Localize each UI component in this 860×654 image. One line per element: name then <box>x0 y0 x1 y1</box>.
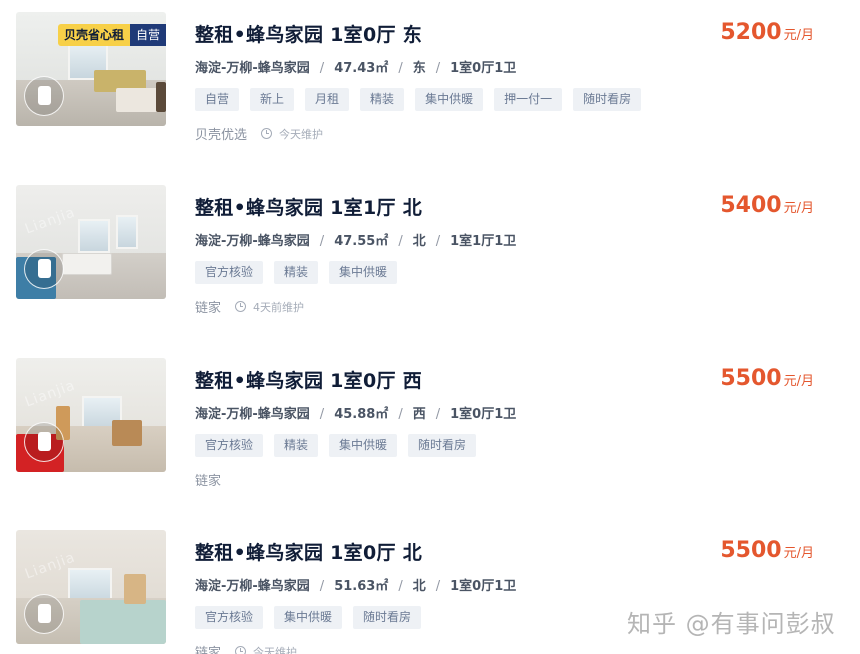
price-unit: 元/月 <box>783 201 814 216</box>
desc-separator: / <box>435 407 441 422</box>
tag: 押一付一 <box>494 88 563 111</box>
listing-price: 5400 元/月 <box>720 193 814 218</box>
listing-brand: 链家 今天维护 <box>195 642 297 654</box>
brand-name: 链家 <box>195 301 222 316</box>
location-link[interactable]: 海淀-万柳-蜂鸟家园 <box>195 407 310 422</box>
area-value: 47.55㎡ <box>334 234 389 249</box>
location-link[interactable]: 海淀-万柳-蜂鸟家园 <box>195 61 310 76</box>
tag-list: 自营 新上 月租 精装 集中供暖 押一付一 随时看房 <box>195 88 642 111</box>
tag-list: 官方核验 精装 集中供暖 随时看房 <box>195 434 477 457</box>
listing-title[interactable]: 整租•蜂鸟家园 1室1厅 北 <box>195 193 422 220</box>
desc-separator: / <box>398 61 403 76</box>
tag: 精装 <box>274 434 319 457</box>
tag: 月租 <box>305 88 350 111</box>
tag-list: 官方核验 精装 集中供暖 <box>195 261 398 284</box>
listing-photo[interactable]: Lianjia <box>16 530 166 644</box>
tag: 集中供暖 <box>274 606 343 629</box>
vr-tour-icon[interactable] <box>24 422 64 462</box>
location-link[interactable]: 海淀-万柳-蜂鸟家园 <box>195 579 310 594</box>
listing-brand: 链家 4天前维护 <box>195 297 305 317</box>
price-value: 5400 <box>720 193 782 218</box>
listing-desc: 海淀-万柳-蜂鸟家园 / 51.63㎡ / 北 / 1室0厅1卫 <box>195 575 516 594</box>
clock-icon <box>235 646 247 654</box>
desc-separator: / <box>319 61 325 76</box>
desc-separator: / <box>319 234 325 249</box>
desc-separator: / <box>398 579 403 594</box>
clock-icon <box>235 301 247 312</box>
layout-value: 1室1厅1卫 <box>450 234 517 249</box>
area-value: 47.43㎡ <box>334 61 389 76</box>
layout-value: 1室0厅1卫 <box>450 579 517 594</box>
location-link[interactable]: 海淀-万柳-蜂鸟家园 <box>195 234 310 249</box>
tag: 自营 <box>195 88 240 111</box>
badge-label: 贝壳省心租 <box>57 24 130 46</box>
orientation-value: 北 <box>412 579 426 594</box>
tag: 随时看房 <box>408 434 477 457</box>
tag: 精装 <box>360 88 405 111</box>
zhihu-watermark: 知乎 @有事问彭叔 <box>627 610 836 638</box>
price-value: 5500 <box>720 366 782 391</box>
area-value: 45.88㎡ <box>334 407 389 422</box>
tag: 随时看房 <box>353 606 422 629</box>
maintenance-time: 今天维护 <box>253 645 298 654</box>
price-value: 5200 <box>720 20 782 45</box>
desc-separator: / <box>398 234 403 249</box>
listing-photo[interactable]: Lianjia <box>16 185 166 299</box>
desc-separator: / <box>398 407 403 422</box>
vr-tour-icon[interactable] <box>24 76 64 116</box>
tag-list: 官方核验 集中供暖 随时看房 <box>195 606 422 629</box>
tag: 随时看房 <box>573 88 642 111</box>
area-value: 51.63㎡ <box>334 579 389 594</box>
layout-value: 1室0厅1卫 <box>450 407 517 422</box>
provider-badge: 贝壳省心租 自营 <box>57 24 166 46</box>
desc-separator: / <box>319 407 325 422</box>
orientation-value: 西 <box>412 407 426 422</box>
desc-separator: / <box>435 234 441 249</box>
listing-brand: 贝壳优选 今天维护 <box>195 124 324 144</box>
listing-photo[interactable]: 贝壳省心租 自营 <box>16 12 166 126</box>
listing-desc: 海淀-万柳-蜂鸟家园 / 47.43㎡ / 东 / 1室0厅1卫 <box>195 57 516 76</box>
orientation-value: 北 <box>412 234 426 249</box>
listing-desc: 海淀-万柳-蜂鸟家园 / 47.55㎡ / 北 / 1室1厅1卫 <box>195 230 516 249</box>
tag: 集中供暖 <box>415 88 484 111</box>
brand-name: 链家 <box>195 646 222 654</box>
desc-separator: / <box>435 579 441 594</box>
vr-tour-icon[interactable] <box>24 249 64 289</box>
maintenance-time: 4天前维护 <box>253 300 305 314</box>
listing-card: Lianjia 整租•蜂鸟家园 1室1厅 北 5400 元/月 海淀-万柳-蜂鸟家… <box>0 185 860 325</box>
listing-card: 贝壳省心租 自营 整租•蜂鸟家园 1室0厅 东 5200 元/月 海淀-万柳-蜂鸟… <box>0 12 860 152</box>
orientation-value: 东 <box>412 61 426 76</box>
listing-price: 5200 元/月 <box>720 20 814 45</box>
tag: 集中供暖 <box>329 261 398 284</box>
listing-title[interactable]: 整租•蜂鸟家园 1室0厅 西 <box>195 366 422 393</box>
maintenance-time: 今天维护 <box>279 127 324 141</box>
brand-name: 贝壳优选 <box>195 128 248 143</box>
tag: 集中供暖 <box>329 434 398 457</box>
tag: 官方核验 <box>195 606 264 629</box>
layout-value: 1室0厅1卫 <box>450 61 517 76</box>
price-unit: 元/月 <box>783 28 814 43</box>
listing-price: 5500 元/月 <box>720 366 814 391</box>
listing-card: Lianjia 整租•蜂鸟家园 1室0厅 西 5500 元/月 海淀-万柳-蜂鸟家… <box>0 358 860 498</box>
price-unit: 元/月 <box>783 374 814 389</box>
brand-name: 链家 <box>195 474 222 489</box>
vr-tour-icon[interactable] <box>24 594 64 634</box>
badge-self-label: 自营 <box>129 24 166 46</box>
clock-icon <box>261 128 273 139</box>
listing-brand: 链家 <box>195 470 221 489</box>
price-unit: 元/月 <box>783 546 814 561</box>
price-value: 5500 <box>720 538 782 563</box>
listing-price: 5500 元/月 <box>720 538 814 563</box>
desc-separator: / <box>319 579 325 594</box>
listing-desc: 海淀-万柳-蜂鸟家园 / 45.88㎡ / 西 / 1室0厅1卫 <box>195 403 516 422</box>
listing-photo[interactable]: Lianjia <box>16 358 166 472</box>
listing-title[interactable]: 整租•蜂鸟家园 1室0厅 北 <box>195 538 422 565</box>
tag: 官方核验 <box>195 261 264 284</box>
desc-separator: / <box>435 61 441 76</box>
tag: 新上 <box>250 88 295 111</box>
tag: 精装 <box>274 261 319 284</box>
tag: 官方核验 <box>195 434 264 457</box>
listing-title[interactable]: 整租•蜂鸟家园 1室0厅 东 <box>195 20 422 47</box>
